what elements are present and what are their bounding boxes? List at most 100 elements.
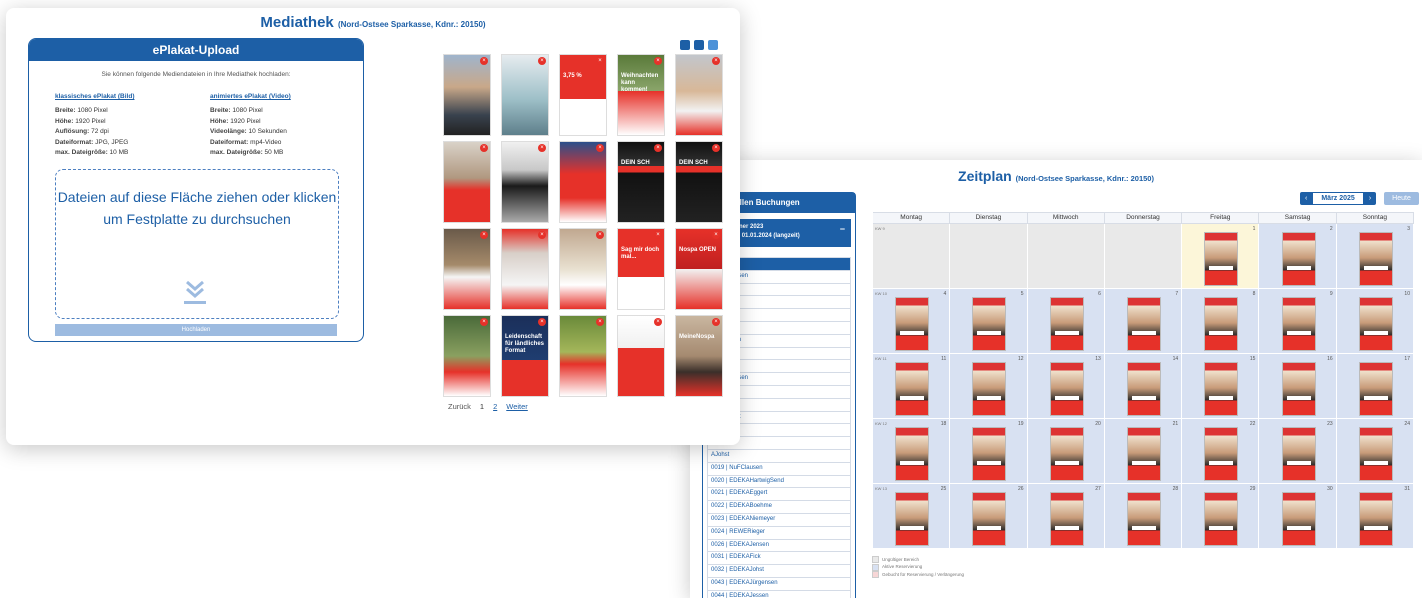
delete-icon[interactable]: ×	[538, 318, 546, 326]
pager-next[interactable]: Weiter	[506, 402, 528, 411]
booked-poster-thumbnail[interactable]	[895, 297, 930, 351]
calendar-day-cell[interactable]	[1104, 224, 1183, 289]
file-drop-zone[interactable]: Dateien auf diese Fläche ziehen oder kli…	[55, 169, 339, 319]
calendar-day-cell[interactable]: 31	[1336, 484, 1414, 549]
media-thumbnail[interactable]: Leidenschaft für ländliches Format ×	[501, 315, 549, 397]
calendar-day-cell[interactable]: KW 9	[873, 224, 951, 289]
delete-icon[interactable]: ×	[712, 231, 720, 239]
media-thumbnail[interactable]: 3,75 % ×	[559, 54, 607, 136]
delete-icon[interactable]: ×	[654, 144, 662, 152]
booked-poster-thumbnail[interactable]	[1049, 492, 1084, 546]
delete-icon[interactable]: ×	[596, 144, 604, 152]
booked-poster-thumbnail[interactable]	[1126, 492, 1161, 546]
calendar-day-cell[interactable]: 23	[1259, 419, 1337, 484]
grid-large-view-icon[interactable]	[680, 40, 690, 50]
booked-poster-thumbnail[interactable]	[1049, 297, 1084, 351]
calendar-day-cell[interactable]: KW 11 11	[873, 354, 951, 419]
delete-icon[interactable]: ×	[538, 231, 546, 239]
delete-icon[interactable]: ×	[654, 231, 662, 239]
pager-page-1[interactable]: 1	[480, 402, 484, 411]
media-thumbnail[interactable]: ×	[443, 54, 491, 136]
booked-poster-thumbnail[interactable]	[1281, 362, 1316, 416]
booked-poster-thumbnail[interactable]	[1204, 362, 1239, 416]
grid-medium-view-icon[interactable]	[694, 40, 704, 50]
media-thumbnail[interactable]: ×	[501, 228, 549, 310]
booked-poster-thumbnail[interactable]	[1358, 492, 1393, 546]
booked-poster-thumbnail[interactable]	[972, 362, 1007, 416]
booked-poster-thumbnail[interactable]	[1281, 427, 1316, 481]
delete-icon[interactable]: ×	[538, 57, 546, 65]
delete-icon[interactable]: ×	[712, 57, 720, 65]
calendar-day-cell[interactable]: 28	[1104, 484, 1183, 549]
image-spec-title[interactable]: klassisches ePlakat (Bild)	[55, 93, 190, 100]
media-thumbnail[interactable]: Nospa OPEN ×	[675, 228, 723, 310]
media-thumbnail[interactable]: ×	[617, 315, 665, 397]
calendar-day-cell[interactable]: 5	[950, 289, 1028, 354]
media-thumbnail[interactable]: ×	[559, 315, 607, 397]
booking-list-item[interactable]: 0043 | EDEKAJürgensen	[707, 577, 851, 591]
calendar-day-cell[interactable]: 26	[950, 484, 1028, 549]
delete-icon[interactable]: ×	[538, 144, 546, 152]
booked-poster-thumbnail[interactable]	[1358, 427, 1393, 481]
today-button[interactable]: Heute	[1384, 192, 1419, 205]
media-thumbnail[interactable]: ×	[501, 141, 549, 223]
delete-icon[interactable]: ×	[480, 57, 488, 65]
booked-poster-thumbnail[interactable]	[1204, 297, 1239, 351]
calendar-day-cell[interactable]: 12	[950, 354, 1028, 419]
booked-poster-thumbnail[interactable]	[1126, 427, 1161, 481]
booked-poster-thumbnail[interactable]	[895, 427, 930, 481]
booked-poster-thumbnail[interactable]	[1204, 427, 1239, 481]
delete-icon[interactable]: ×	[596, 57, 604, 65]
booked-poster-thumbnail[interactable]	[1358, 297, 1393, 351]
media-thumbnail[interactable]: ×	[443, 315, 491, 397]
pager-page-2[interactable]: 2	[493, 402, 497, 411]
delete-icon[interactable]: ×	[596, 318, 604, 326]
booking-list-item[interactable]: 0020 | EDEKAHartwigSend	[707, 475, 851, 489]
delete-icon[interactable]: ×	[480, 144, 488, 152]
booking-list-item[interactable]: 0031 | EDEKAFick	[707, 552, 851, 566]
calendar-day-cell[interactable]: 22	[1182, 419, 1260, 484]
video-spec-title[interactable]: animiertes ePlakat (Video)	[210, 93, 345, 100]
delete-icon[interactable]: ×	[596, 231, 604, 239]
booked-poster-thumbnail[interactable]	[972, 492, 1007, 546]
calendar-day-cell[interactable]: 24	[1336, 419, 1414, 484]
booked-poster-thumbnail[interactable]	[1281, 492, 1316, 546]
calendar-day-cell[interactable]: 27	[1027, 484, 1105, 549]
delete-icon[interactable]: ×	[712, 144, 720, 152]
booked-poster-thumbnail[interactable]	[972, 427, 1007, 481]
booked-poster-thumbnail[interactable]	[1204, 492, 1239, 546]
booking-list-item[interactable]: 0022 | EDEKABoehme	[707, 501, 851, 514]
booking-list-item[interactable]: 0044 | EDEKAJessen	[707, 590, 851, 598]
calendar-day-cell[interactable]: 13	[1027, 354, 1105, 419]
booking-list-item[interactable]: 0023 | EDEKANiemeyer	[707, 513, 851, 527]
pager-back[interactable]: Zurück	[448, 402, 471, 411]
prev-month-button[interactable]: ‹	[1300, 192, 1312, 205]
media-thumbnail[interactable]: Weihnachten kann kommen! ×	[617, 54, 665, 136]
media-thumbnail[interactable]: ×	[675, 54, 723, 136]
list-view-icon[interactable]	[708, 40, 718, 50]
collapse-icon[interactable]: −	[840, 225, 845, 234]
calendar-day-cell[interactable]: 3	[1336, 224, 1414, 289]
calendar-day-cell[interactable]: 15	[1182, 354, 1260, 419]
media-thumbnail[interactable]: MeineNospa ×	[675, 315, 723, 397]
media-thumbnail[interactable]: ×	[559, 228, 607, 310]
media-thumbnail[interactable]: ×	[443, 228, 491, 310]
booking-list-item[interactable]: 0019 | NuFClausen	[707, 462, 851, 476]
booked-poster-thumbnail[interactable]	[972, 297, 1007, 351]
calendar-day-cell[interactable]: 8	[1182, 289, 1260, 354]
calendar-day-cell[interactable]: KW 13 25	[873, 484, 951, 549]
booked-poster-thumbnail[interactable]	[1281, 232, 1316, 286]
booked-poster-thumbnail[interactable]	[1281, 297, 1316, 351]
booked-poster-thumbnail[interactable]	[1358, 362, 1393, 416]
calendar-day-cell[interactable]: 21	[1104, 419, 1183, 484]
calendar-day-cell[interactable]	[950, 224, 1028, 289]
booking-list-item[interactable]: 0026 | EDEKAJensen	[707, 539, 851, 553]
booked-poster-thumbnail[interactable]	[895, 492, 930, 546]
upload-button[interactable]: Hochladen	[55, 324, 337, 336]
booked-poster-thumbnail[interactable]	[895, 362, 930, 416]
calendar-day-cell[interactable]	[1027, 224, 1105, 289]
calendar-day-cell[interactable]: 10	[1336, 289, 1414, 354]
booking-list-item[interactable]: 0032 | EDEKAJohst	[707, 565, 851, 578]
calendar-day-cell[interactable]: 2	[1259, 224, 1337, 289]
calendar-day-cell[interactable]: 1	[1182, 224, 1260, 289]
